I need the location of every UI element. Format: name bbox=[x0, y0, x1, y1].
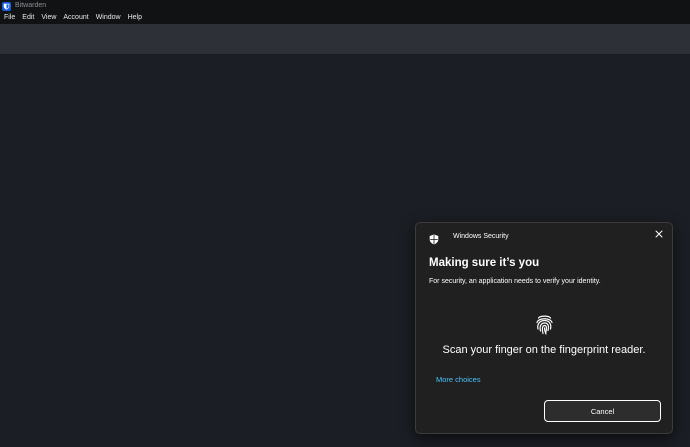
more-choices-link[interactable]: More choices bbox=[436, 375, 481, 384]
menu-account[interactable]: Account bbox=[59, 12, 91, 24]
menu-bar: File Edit View Account Window Help bbox=[0, 12, 690, 24]
menu-help[interactable]: Help bbox=[124, 12, 145, 24]
bitwarden-shield-icon bbox=[2, 1, 11, 11]
cancel-button[interactable]: Cancel bbox=[544, 400, 661, 422]
window-title: Bitwarden bbox=[15, 2, 47, 9]
scan-prompt: Scan your finger on the fingerprint read… bbox=[442, 344, 646, 356]
close-icon[interactable] bbox=[652, 227, 666, 241]
fingerprint-icon bbox=[535, 313, 554, 336]
app-header-bar bbox=[0, 24, 690, 54]
menu-window[interactable]: Window bbox=[92, 12, 124, 24]
menu-edit[interactable]: Edit bbox=[18, 12, 37, 24]
dialog-header-title: Windows Security bbox=[453, 233, 509, 240]
title-bar: Bitwarden bbox=[0, 0, 690, 12]
windows-security-shield-icon bbox=[429, 232, 439, 245]
windows-security-dialog: Windows Security Making sure it’s you Fo… bbox=[415, 222, 673, 434]
menu-file[interactable]: File bbox=[0, 12, 18, 24]
dialog-title: Making sure it’s you bbox=[429, 257, 540, 269]
menu-view[interactable]: View bbox=[37, 12, 59, 24]
dialog-subtitle: For security, an application needs to ve… bbox=[429, 278, 601, 285]
